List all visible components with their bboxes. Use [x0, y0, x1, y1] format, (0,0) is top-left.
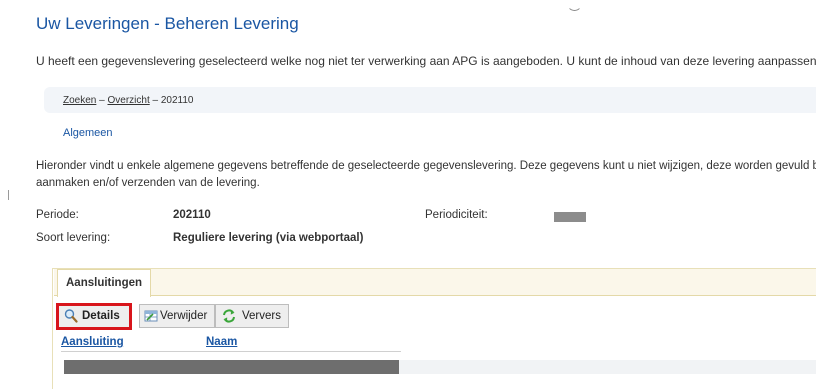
section-algemeen-link[interactable]: Algemeen	[63, 127, 113, 139]
details-button[interactable]: Details	[57, 304, 132, 328]
periode-label: Periode:	[36, 209, 79, 221]
refresh-icon	[222, 308, 236, 324]
ververs-button-label: Ververs	[242, 310, 281, 322]
ververs-button[interactable]: Ververs	[215, 304, 289, 328]
description-line: Hieronder vindt u enkele algemene gegeve…	[36, 160, 816, 172]
window-edge-mark	[8, 190, 9, 200]
delete-table-icon	[144, 308, 158, 324]
column-header-aansluiting[interactable]: Aansluiting	[61, 336, 124, 348]
tab-aansluitingen[interactable]: Aansluitingen	[57, 269, 152, 297]
soort-levering-label: Soort levering:	[36, 232, 111, 244]
loading-spinner-icon	[567, 0, 582, 11]
details-button-label: Details	[82, 310, 120, 322]
breadcrumb-overzicht-link[interactable]: Overzicht	[107, 95, 149, 106]
breadcrumb-current: 202110	[160, 95, 194, 106]
breadcrumb-separator: –	[152, 95, 161, 106]
periodiciteit-label: Periodiciteit:	[425, 209, 488, 221]
periode-value: 202110	[173, 209, 211, 221]
description-text: Hieronder vindt u enkele algemene gegeve…	[36, 158, 816, 192]
soort-levering-value: Reguliere levering (via webportaal)	[173, 232, 364, 244]
verwijder-button-label: Verwijder	[160, 310, 208, 322]
table-row-remainder	[399, 360, 816, 374]
tab-divider	[54, 295, 816, 296]
description-line: aanmaken en/of verzenden van de levering…	[36, 177, 260, 189]
intro-text: U heeft een gegevenslevering geselecteer…	[36, 54, 816, 68]
page-title: Uw Leveringen - Beheren Levering	[36, 14, 299, 33]
breadcrumb-bar: Zoeken – Overzicht – 202110	[44, 87, 816, 113]
magnifier-icon	[64, 308, 78, 324]
table-header-divider	[61, 351, 401, 352]
verwijder-button[interactable]: Verwijder	[139, 304, 215, 328]
tab-bar	[54, 269, 816, 295]
periodiciteit-value-redacted	[554, 212, 586, 222]
column-header-naam[interactable]: Naam	[206, 336, 237, 348]
breadcrumb-zoeken-link[interactable]: Zoeken	[63, 95, 96, 106]
breadcrumb: Zoeken – Overzicht – 202110	[63, 95, 193, 106]
table-row[interactable]	[64, 360, 399, 374]
